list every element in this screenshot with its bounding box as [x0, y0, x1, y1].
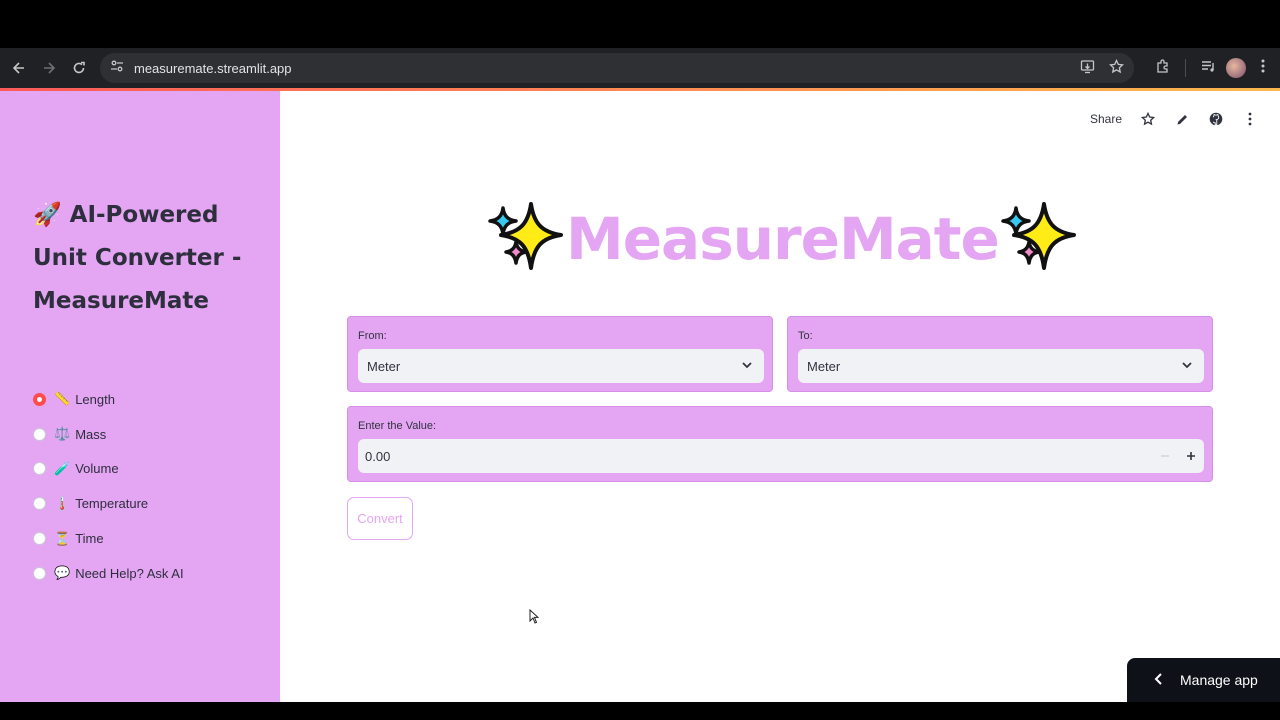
value-label: Enter the Value:: [358, 420, 437, 432]
page-heading: MeasureMate: [486, 198, 1076, 281]
extensions-icon[interactable]: [1155, 58, 1171, 79]
thermometer-icon: 🌡️: [54, 495, 71, 511]
reload-icon[interactable]: [64, 53, 94, 83]
radio-option-time[interactable]: ⏳ Time: [33, 521, 184, 556]
hourglass-icon: ⏳: [54, 530, 71, 546]
radio-indicator[interactable]: [33, 497, 46, 511]
radio-label: Temperature: [75, 496, 149, 512]
back-icon[interactable]: [4, 53, 34, 83]
screen: measuremate.streamlit.app 🚀 AI-Powered U…: [0, 0, 1280, 720]
radio-label: Time: [75, 531, 104, 547]
from-unit-value: Meter: [367, 358, 401, 374]
install-app-icon[interactable]: [1080, 59, 1095, 77]
radio-option-temperature[interactable]: 🌡️ Temperature: [33, 486, 184, 521]
radio-indicator[interactable]: [33, 462, 46, 476]
unit-category-radio-group: 📏 Length ⚖️ Mass 🧪 Volume 🌡️ Temperature: [33, 382, 184, 591]
manage-app-label: Manage app: [1180, 672, 1258, 688]
radio-indicator[interactable]: [33, 566, 46, 580]
radio-label: Length: [75, 391, 115, 407]
toolbar-divider: [1185, 59, 1186, 77]
ruler-icon: 📏: [54, 391, 71, 407]
app-toolbar: Share: [1090, 111, 1258, 127]
url-text[interactable]: measuremate.streamlit.app: [134, 61, 292, 76]
favorite-star-icon[interactable]: [1140, 111, 1156, 127]
bookmark-star-icon[interactable]: [1109, 58, 1124, 77]
radio-label: Volume: [75, 461, 119, 477]
radio-option-mass[interactable]: ⚖️ Mass: [33, 417, 184, 452]
to-unit-select[interactable]: Meter: [798, 349, 1204, 383]
chevron-down-icon: [1181, 358, 1193, 375]
media-controls-icon[interactable]: [1200, 58, 1216, 79]
main-content: Share MeasureMate From: Meter To: Meter …: [280, 91, 1280, 702]
sidebar: 🚀 AI-Powered Unit Converter - MeasureMat…: [0, 91, 280, 702]
radio-indicator[interactable]: [33, 532, 46, 546]
chevron-left-icon: [1153, 672, 1163, 689]
to-unit-value: Meter: [807, 358, 841, 374]
radio-selected-indicator[interactable]: [33, 392, 46, 406]
from-label: From:: [358, 330, 387, 342]
profile-avatar[interactable]: [1226, 58, 1246, 78]
to-label: To:: [798, 330, 813, 342]
github-icon[interactable]: [1208, 111, 1224, 127]
value-number-input[interactable]: 0.00: [358, 439, 1204, 473]
page-title: MeasureMate: [566, 205, 1000, 273]
chevron-down-icon: [741, 358, 753, 375]
edit-pencil-icon[interactable]: [1174, 111, 1190, 127]
increment-plus-icon[interactable]: [1178, 439, 1204, 473]
site-info-icon[interactable]: [110, 59, 124, 78]
app-menu-icon[interactable]: [1242, 111, 1258, 127]
share-button[interactable]: Share: [1090, 112, 1122, 126]
sidebar-title: 🚀 AI-Powered Unit Converter - MeasureMat…: [33, 202, 242, 314]
manage-app-button[interactable]: Manage app: [1127, 658, 1280, 702]
from-unit-select[interactable]: Meter: [358, 349, 764, 383]
test-tube-icon: 🧪: [54, 460, 71, 476]
address-bar[interactable]: measuremate.streamlit.app: [100, 53, 1134, 83]
from-unit-card: From: Meter: [347, 316, 773, 392]
value-input-card: Enter the Value: 0.00: [347, 406, 1213, 482]
radio-indicator[interactable]: [33, 427, 46, 441]
decrement-minus-icon[interactable]: [1152, 439, 1178, 473]
scales-icon: ⚖️: [54, 426, 71, 442]
sparkles-icon: [999, 198, 1079, 281]
speech-bubble-icon: 💬: [54, 565, 71, 581]
forward-icon[interactable]: [34, 53, 64, 83]
browser-menu-icon[interactable]: [1256, 58, 1270, 79]
radio-label: Need Help? Ask AI: [75, 565, 184, 581]
mouse-cursor-icon: [529, 608, 540, 629]
to-unit-card: To: Meter: [787, 316, 1213, 392]
sparkles-icon: [486, 198, 566, 281]
radio-option-length[interactable]: 📏 Length: [33, 382, 184, 417]
browser-toolbar: measuremate.streamlit.app: [0, 48, 1280, 88]
value-input-text[interactable]: 0.00: [365, 449, 390, 464]
radio-option-ask-ai[interactable]: 💬 Need Help? Ask AI: [33, 556, 184, 591]
convert-button[interactable]: Convert: [347, 497, 413, 540]
radio-label: Mass: [75, 426, 107, 442]
radio-option-volume[interactable]: 🧪 Volume: [33, 452, 184, 487]
